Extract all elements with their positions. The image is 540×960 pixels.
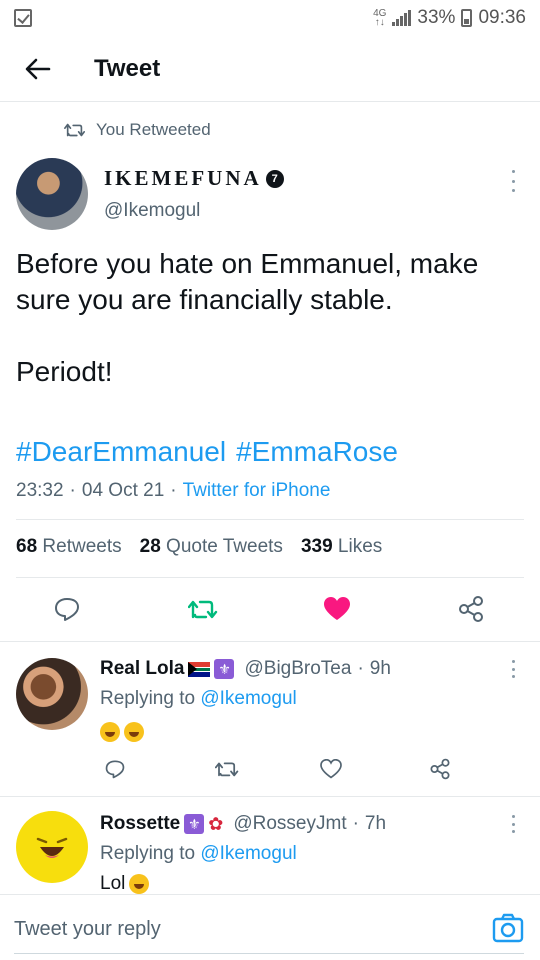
retweet-icon[interactable] xyxy=(212,754,242,784)
replying-to: Replying to @Ikemogul xyxy=(100,688,297,710)
laughing-emoji-icon xyxy=(129,874,150,894)
author-name-text: IKEMEFUNA xyxy=(104,166,262,190)
page-title: Tweet xyxy=(94,54,161,82)
laughing-emoji-icon xyxy=(100,722,120,742)
avatar[interactable] xyxy=(16,658,88,730)
reply-author-handle[interactable]: @RosseyJmt xyxy=(233,813,346,835)
reply-body xyxy=(100,722,144,742)
retweet-icon xyxy=(64,123,85,137)
signal-icon xyxy=(392,10,412,26)
name-badge: 7 xyxy=(265,169,284,188)
divider xyxy=(16,519,524,520)
tweet-actions xyxy=(0,590,540,628)
reply-icon[interactable] xyxy=(48,590,86,628)
share-icon[interactable] xyxy=(452,590,490,628)
reply-author-name[interactable]: Rossette xyxy=(100,813,180,835)
more-options-icon[interactable] xyxy=(508,815,518,833)
reply-item[interactable]: Real Lola ⚜ @BigBroTea · 9h Replying to … xyxy=(0,642,540,796)
retweets-stat[interactable]: 68 Retweets xyxy=(16,536,122,558)
rose-icon: ✿ xyxy=(208,813,224,834)
replying-mention[interactable]: @Ikemogul xyxy=(200,688,296,709)
like-icon[interactable] xyxy=(318,590,356,628)
retweet-icon[interactable] xyxy=(184,590,222,628)
divider xyxy=(16,577,524,578)
meta-separator: · xyxy=(357,658,364,679)
south-africa-flag-icon xyxy=(188,661,211,677)
reply-input[interactable] xyxy=(14,909,474,949)
avatar[interactable] xyxy=(16,158,88,230)
reply-text: Lol xyxy=(100,873,126,894)
reply-age: 7h xyxy=(364,813,387,834)
status-bar: 4G ↑↓ 33% 09:36 xyxy=(0,0,540,36)
network-indicator: 4G ↑↓ xyxy=(373,9,386,28)
likes-count: 339 xyxy=(300,536,333,557)
battery-percent: 33% xyxy=(417,7,456,28)
meta-separator: · xyxy=(170,480,177,501)
replying-mention[interactable]: @Ikemogul xyxy=(200,843,296,864)
reply-header: Real Lola ⚜ @BigBroTea · 9h xyxy=(100,658,391,680)
tweet-text: Before you hate on Emmanuel, make sure y… xyxy=(16,248,479,387)
like-icon[interactable] xyxy=(316,754,346,784)
arrow-left-icon[interactable] xyxy=(18,49,58,89)
author-name[interactable]: IKEMEFUNA 7 xyxy=(104,166,284,191)
retweets-count: 68 xyxy=(16,536,38,557)
hashtag-link[interactable]: #DearEmmanuel xyxy=(16,436,226,468)
input-underline xyxy=(14,953,524,954)
reply-item[interactable]: Rossette ⚜ ✿ @RosseyJmt · 7h Replying to… xyxy=(0,797,540,894)
reply-author-name[interactable]: Real Lola xyxy=(100,658,184,680)
likes-stat[interactable]: 339 Likes xyxy=(301,536,382,558)
retweets-label: Retweets xyxy=(42,536,122,557)
quotes-stat[interactable]: 28 Quote Tweets xyxy=(140,536,283,558)
laughing-emoji-icon xyxy=(124,722,144,742)
share-icon[interactable] xyxy=(425,754,455,784)
retweet-notice-text: You Retweeted xyxy=(96,120,211,139)
author-handle[interactable]: @Ikemogul xyxy=(104,200,200,222)
quotes-label: Quote Tweets xyxy=(166,536,283,557)
battery-icon xyxy=(461,9,473,27)
reply-age: 9h xyxy=(369,658,391,679)
avatar[interactable] xyxy=(16,811,88,883)
likes-label: Likes xyxy=(337,536,383,557)
top-app-bar: Tweet xyxy=(0,36,540,102)
more-options-icon[interactable] xyxy=(508,660,518,678)
replying-to: Replying to @Ikemogul xyxy=(100,843,297,865)
replying-prefix: Replying to xyxy=(100,688,196,709)
hashtags: #DearEmmanuel #EmmaRose xyxy=(16,436,398,468)
reply-header: Rossette ⚜ ✿ @RosseyJmt · 7h xyxy=(100,813,386,835)
tweet-time: 23:32 xyxy=(16,480,64,501)
fleur-de-lis-icon: ⚜ xyxy=(184,814,205,834)
camera-icon[interactable] xyxy=(492,913,524,943)
quotes-count: 28 xyxy=(139,536,161,557)
tweet-stats: 68 Retweets 28 Quote Tweets 339 Likes xyxy=(16,536,382,558)
task-check-icon xyxy=(14,9,32,27)
reply-body: Lol xyxy=(100,873,150,895)
reply-icon[interactable] xyxy=(100,754,130,784)
clock: 09:36 xyxy=(478,7,526,28)
tweet-source-link[interactable]: Twitter for iPhone xyxy=(183,480,331,502)
more-options-icon[interactable] xyxy=(508,170,518,192)
retweet-notice: You Retweeted xyxy=(64,120,211,140)
reply-composer xyxy=(0,894,540,960)
meta-separator: · xyxy=(69,480,76,501)
tweet-date: 04 Oct 21 xyxy=(81,480,165,501)
hashtag-link[interactable]: #EmmaRose xyxy=(236,436,398,468)
tweet-meta: 23:32 · 04 Oct 21 · Twitter for iPhone xyxy=(16,480,330,502)
fleur-de-lis-icon: ⚜ xyxy=(214,659,235,679)
replying-prefix: Replying to xyxy=(100,843,196,864)
network-activity: ↑↓ xyxy=(374,17,385,28)
meta-separator: · xyxy=(352,813,359,834)
reply-author-handle[interactable]: @BigBroTea xyxy=(244,658,351,680)
